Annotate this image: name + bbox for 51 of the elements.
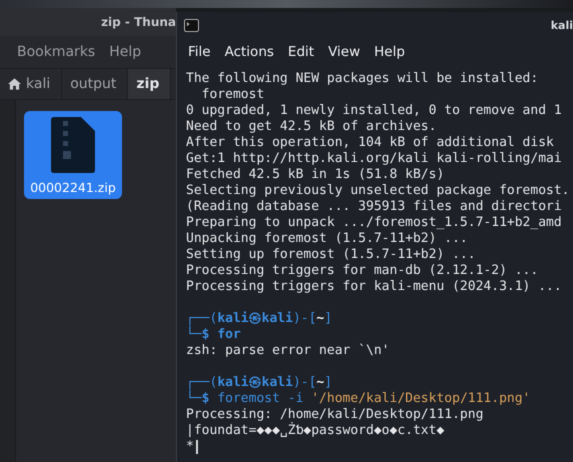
terminal-text: for	[217, 327, 241, 343]
window-title: kali	[550, 18, 573, 32]
terminal-text: ~	[316, 375, 324, 391]
terminal-text: Fetched 42.5 kB in 1s (51.8 kB/s)	[186, 167, 444, 183]
terminal-text: *	[186, 439, 194, 455]
terminal-text: $	[202, 391, 210, 407]
window-title: zip - Thuna	[101, 15, 176, 29]
terminal-text: ┌──(	[186, 311, 218, 326]
home-icon	[8, 78, 21, 90]
menu-item[interactable]: Help	[109, 44, 142, 60]
terminal-icon	[184, 18, 199, 32]
terminal-text: foremost	[200, 87, 264, 103]
terminal-text: Processing triggers for man-db (2.12.1-2) ...	[186, 263, 538, 279]
terminal-text: ]	[324, 375, 332, 391]
terminal-text: Processing triggers for kali-menu (2024.3.1) ...	[186, 279, 562, 295]
terminal-text: ~	[316, 311, 324, 327]
path-button[interactable]: zip	[128, 69, 172, 99]
terminal-text: (Reading database ... 395913 files and directori	[186, 199, 562, 215]
file-name: 00002241.zip	[30, 180, 116, 195]
terminal-text: The following NEW packages will be installed:	[186, 71, 538, 87]
terminal-text: ┌──(	[186, 375, 218, 390]
terminal-text: '/home/kali/Desktop/111.png'	[311, 391, 530, 407]
path-button[interactable]: kali	[0, 69, 62, 99]
terminal-text: Preparing to unpack .../foremost_1.5.7-11+b2_amd	[186, 215, 562, 231]
terminal-text: Need to get 42.5 kB of archives.	[186, 119, 436, 135]
terminal-text: $	[202, 327, 210, 343]
menu-item[interactable]: View	[328, 44, 360, 60]
terminal-text: )-[	[292, 311, 316, 327]
menu-item[interactable]: File	[188, 44, 211, 60]
menu-item[interactable]: Bookmarks	[17, 44, 96, 60]
terminal-text: kali㉿kali	[217, 375, 293, 391]
terminal-text: Get:1 http://http.kali.org/kali kali-rolling/mai	[186, 151, 562, 167]
menu-item[interactable]: Help	[374, 44, 405, 60]
terminal-text: After this operation, 104 kB of additional disk	[186, 135, 554, 151]
terminal-text: 0 upgraded, 1 newly installed, 0 to remove and 1	[186, 103, 562, 119]
menu-item[interactable]: Edit	[288, 44, 314, 60]
terminal-text: Processing: /home/kali/Desktop/111.png	[186, 407, 484, 422]
terminal-text: └─	[186, 327, 202, 343]
terminal-text: Selecting previously unselected package foremost.	[186, 183, 570, 199]
terminal-text: Setting up foremost (1.5.7-11+b2) ...	[186, 247, 476, 263]
terminal-text: zsh: parse error near `\n'	[186, 343, 390, 359]
terminal-text: |foundat=◆◆◆␣Żƅ◆password◆o◆c.txt◆	[186, 423, 444, 439]
menu-item[interactable]: Actions	[224, 44, 274, 60]
terminal-text: ]	[324, 311, 332, 327]
zip-file-icon	[51, 117, 95, 173]
terminal-text: └─	[186, 391, 202, 407]
terminal-text: )-[	[292, 375, 316, 391]
archive-item[interactable]: 00002241.zip	[24, 111, 122, 199]
terminal-text: foremost -i	[217, 391, 304, 407]
terminal-text: kali㉿kali	[217, 311, 293, 327]
terminal-text: Unpacking foremost (1.5.7-11+b2) ...	[186, 231, 468, 247]
